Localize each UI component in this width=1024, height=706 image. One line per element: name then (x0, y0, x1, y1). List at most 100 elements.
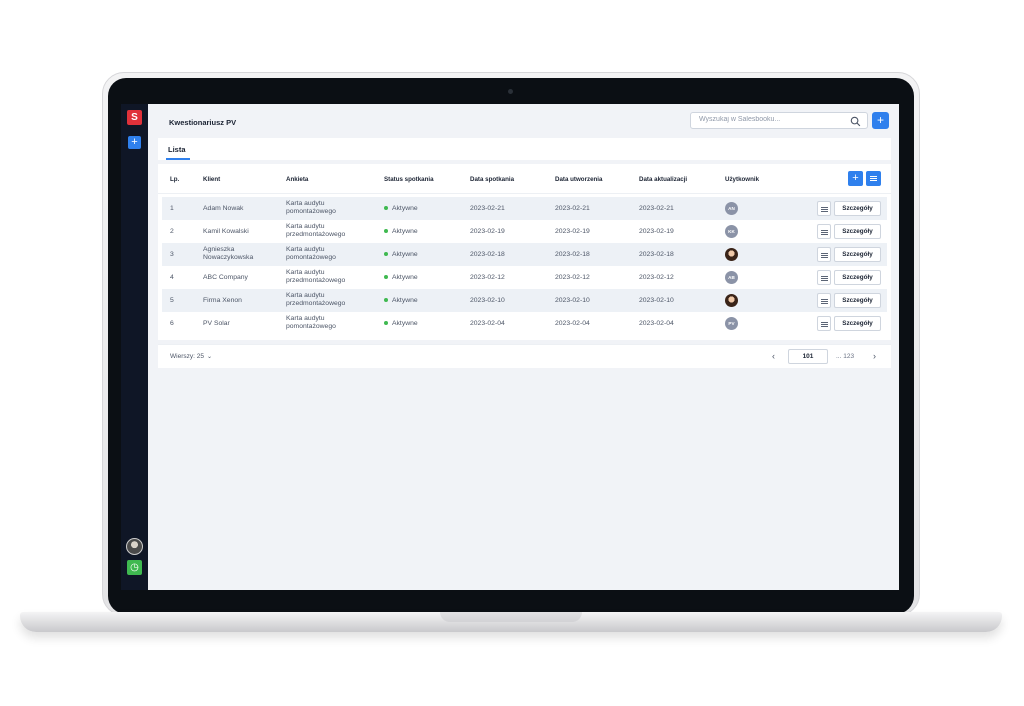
sidebar-add-button[interactable]: + (128, 136, 141, 149)
cell-lp: 2 (170, 228, 174, 235)
column-header[interactable]: Użytkownik (725, 176, 759, 183)
cell-lp: 4 (170, 274, 174, 281)
chevron-left-icon[interactable]: ‹ (772, 351, 775, 361)
sidebar: S + ◷ (121, 104, 148, 590)
table-row[interactable]: 2 Kamil Kowalski Karta audytu przedmonta… (162, 220, 887, 243)
details-button[interactable]: Szczegóły (834, 270, 881, 285)
cell-status: Aktywne (384, 274, 418, 281)
rows-per-page-select[interactable]: Wierszy: 25 ⌄ (170, 353, 212, 360)
last-page-link[interactable]: ... 123 (836, 353, 854, 360)
cell-survey: Karta audytu przedmontażowego (286, 223, 346, 238)
user-avatar[interactable] (126, 538, 143, 555)
cell-updated-date: 2023-02-21 (639, 205, 674, 212)
column-header[interactable]: Klient (203, 176, 220, 183)
cell-updated-date: 2023-02-18 (639, 251, 674, 258)
header: Kwestionariusz PV + (148, 104, 899, 137)
details-button[interactable]: Szczegóły (834, 224, 881, 239)
cell-status: Aktywne (384, 251, 418, 258)
details-button[interactable]: Szczegóły (834, 316, 881, 331)
table-row[interactable]: 1 Adam Nowak Karta audytu pomontażowego … (162, 197, 887, 220)
cell-client: Kamil Kowalski (203, 228, 249, 235)
cell-client: PV Solar (203, 320, 230, 327)
status-dot (384, 206, 388, 211)
cell-survey: Karta audytu pomontażowego (286, 315, 336, 330)
table-row[interactable]: 6 PV Solar Karta audytu pomontażowego Ak… (162, 312, 887, 335)
cell-status: Aktywne (384, 228, 418, 235)
status-text: Aktywne (392, 320, 418, 327)
clock-icon[interactable]: ◷ (127, 560, 142, 575)
column-header[interactable]: Data spotkania (470, 176, 514, 183)
search-box (690, 112, 868, 129)
row-menu-button[interactable] (817, 247, 831, 262)
cell-lp: 6 (170, 320, 174, 327)
user-photo-avatar (725, 294, 738, 307)
row-menu-button[interactable] (817, 224, 831, 239)
table-row[interactable]: 4 ABC Company Karta audytu przedmontażow… (162, 266, 887, 289)
rows-per-page-label: Wierszy: 25 (170, 353, 204, 360)
data-table: Lp. Klient Ankieta Status spotkania Data… (158, 164, 891, 340)
row-menu-button[interactable] (817, 270, 831, 285)
cell-meeting-date: 2023-02-21 (470, 205, 505, 212)
laptop-notch (440, 612, 582, 622)
cell-status: Aktywne (384, 297, 418, 304)
tab-bar: Lista (158, 138, 891, 160)
details-button[interactable]: Szczegóły (834, 201, 881, 216)
cell-status: Aktywne (384, 205, 418, 212)
row-menu-button[interactable] (817, 201, 831, 216)
cell-lp: 1 (170, 205, 174, 212)
user-photo-avatar (725, 248, 738, 261)
cell-meeting-date: 2023-02-12 (470, 274, 505, 281)
search-input[interactable] (699, 116, 839, 123)
status-dot (384, 298, 388, 303)
cell-created-date: 2023-02-04 (555, 320, 590, 327)
app-screen: S + ◷ Kwestionariusz PV + Lista Lp. (121, 104, 899, 590)
cell-survey: Karta audytu przedmontażowego (286, 269, 346, 284)
tab-lista[interactable]: Lista (168, 145, 186, 154)
status-text: Aktywne (392, 274, 418, 281)
current-page-input[interactable]: 101 (788, 349, 828, 364)
table-header: Lp. Klient Ankieta Status spotkania Data… (158, 164, 891, 194)
search-icon[interactable] (850, 116, 861, 127)
user-avatar: KK (725, 225, 738, 238)
row-menu-button[interactable] (817, 293, 831, 308)
cell-client: Agnieszka Nowaczykowska (203, 246, 254, 261)
table-row[interactable]: 3 Agnieszka Nowaczykowska Karta audytu p… (162, 243, 887, 266)
table-row[interactable]: 5 Firma Xenon Karta audytu przedmontażow… (162, 289, 887, 312)
cell-meeting-date: 2023-02-19 (470, 228, 505, 235)
user-avatar: PV (725, 317, 738, 330)
column-header[interactable]: Lp. (170, 176, 179, 183)
pagination: Wierszy: 25 ⌄ ‹ 101 ... 123 › (158, 344, 891, 368)
column-header[interactable]: Data aktualizacji (639, 176, 687, 183)
pagination-bar: Wierszy: 25 ⌄ ‹ 101 ... 123 › (158, 344, 891, 368)
cell-survey: Karta audytu pomontażowego (286, 246, 336, 261)
column-header[interactable]: Status spotkania (384, 176, 434, 183)
cell-created-date: 2023-02-18 (555, 251, 590, 258)
row-menu-button[interactable] (817, 316, 831, 331)
table-menu-button[interactable] (866, 171, 881, 186)
main-content: Kwestionariusz PV + Lista Lp. Klient Ank… (148, 104, 899, 590)
user-avatar: AN (725, 202, 738, 215)
app-logo[interactable]: S (127, 110, 142, 125)
details-button[interactable]: Szczegóły (834, 293, 881, 308)
page-title: Kwestionariusz PV (169, 118, 237, 127)
details-button[interactable]: Szczegóły (834, 247, 881, 262)
cell-created-date: 2023-02-21 (555, 205, 590, 212)
status-text: Aktywne (392, 251, 418, 258)
laptop-mockup: S + ◷ Kwestionariusz PV + Lista Lp. (0, 0, 1024, 706)
status-dot (384, 321, 388, 326)
column-header[interactable]: Ankieta (286, 176, 308, 183)
cell-lp: 3 (170, 251, 174, 258)
column-header[interactable]: Data utworzenia (555, 176, 602, 183)
cell-created-date: 2023-02-19 (555, 228, 590, 235)
cell-updated-date: 2023-02-04 (639, 320, 674, 327)
cell-updated-date: 2023-02-10 (639, 297, 674, 304)
cell-updated-date: 2023-02-12 (639, 274, 674, 281)
chevron-right-icon[interactable]: › (873, 351, 876, 361)
add-row-button[interactable]: + (848, 171, 863, 186)
status-text: Aktywne (392, 205, 418, 212)
cell-meeting-date: 2023-02-04 (470, 320, 505, 327)
add-button[interactable]: + (872, 112, 889, 129)
chevron-down-icon: ⌄ (206, 354, 212, 360)
cell-survey: Karta audytu przedmontażowego (286, 292, 346, 307)
status-text: Aktywne (392, 228, 418, 235)
